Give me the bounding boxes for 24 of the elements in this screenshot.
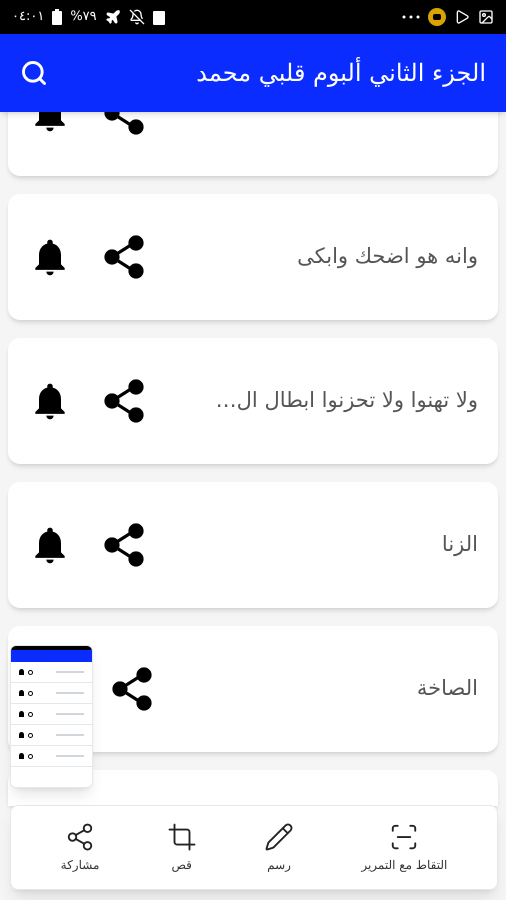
- crop-icon: [166, 822, 197, 852]
- battery-percent: %٧٩: [70, 8, 97, 26]
- gallery-icon: [478, 9, 494, 25]
- airplane-icon: [104, 9, 121, 25]
- battery-icon: [52, 9, 62, 25]
- toolbar-action-button[interactable]: التقاط مع التمرير: [361, 822, 448, 874]
- item-title: وانه هو اضحك وابكى: [297, 243, 478, 270]
- item-title: الصاخة: [416, 675, 478, 702]
- toolbar-action-button[interactable]: مشاركة: [60, 822, 100, 874]
- status-time: ٠٤:٠١: [12, 8, 44, 26]
- item-title: ولا تهنوا ولا تحزنوا ابطال ال…: [216, 387, 478, 414]
- screenshot-preview-toast[interactable]: [10, 645, 93, 788]
- list-card[interactable]: الزنا: [8, 482, 498, 608]
- app-badge-icon: [428, 8, 446, 26]
- search-icon[interactable]: [20, 59, 48, 87]
- pencil-icon: [264, 822, 294, 852]
- more-dots-icon: [402, 15, 420, 19]
- item-title: الزنا: [442, 531, 478, 558]
- list-card[interactable]: ولا تهنوا ولا تحزنوا ابطال ال…: [8, 338, 498, 464]
- toolbar-action-button[interactable]: قص: [166, 822, 197, 874]
- toolbar-action-button[interactable]: رسم: [264, 822, 294, 874]
- app-title: الجزء الثاني ألبوم قلبي محمد: [196, 56, 486, 89]
- mute-icon: [128, 9, 145, 25]
- list-card[interactable]: وانه هو اضحك وابكى: [8, 194, 498, 320]
